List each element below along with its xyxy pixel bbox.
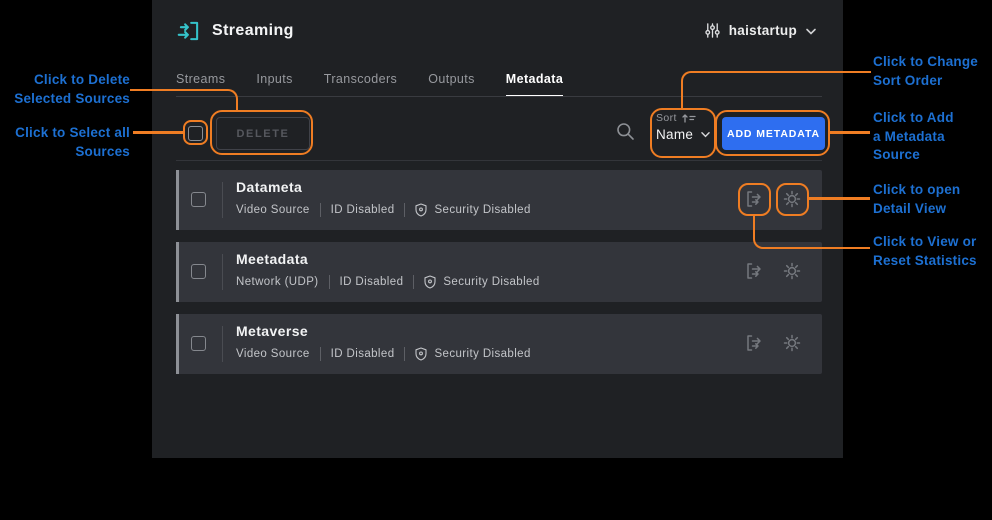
row-accent-bar bbox=[176, 170, 179, 230]
separator bbox=[320, 347, 321, 361]
account-menu[interactable]: haistartup bbox=[704, 22, 817, 39]
search-icon[interactable] bbox=[615, 121, 636, 142]
shield-icon bbox=[415, 347, 427, 361]
highlight-sort-dropdown bbox=[650, 108, 716, 158]
row-accent-bar bbox=[176, 314, 179, 374]
id-status: ID Disabled bbox=[331, 348, 395, 360]
metadata-row-metaverse[interactable]: Metaverse Video Source ID Disabled Secur… bbox=[176, 314, 822, 374]
separator bbox=[320, 203, 321, 217]
connector-select-all bbox=[133, 131, 183, 134]
streaming-app-panel: Streaming haistartup Streams Inputs Tran… bbox=[152, 0, 843, 458]
connector-delete bbox=[130, 89, 238, 110]
page-title: Streaming bbox=[212, 22, 294, 40]
streaming-logo-icon bbox=[176, 18, 202, 44]
highlight-statistics-icon bbox=[738, 183, 771, 216]
security-status: Security Disabled bbox=[434, 348, 530, 360]
separator bbox=[404, 203, 405, 217]
highlight-add-metadata-button bbox=[715, 110, 830, 156]
separator bbox=[404, 347, 405, 361]
account-name: haistartup bbox=[729, 23, 797, 38]
highlight-select-all-checkbox bbox=[183, 120, 208, 145]
shield-icon bbox=[424, 275, 436, 289]
row-subtitle: Network (UDP) ID Disabled Security Disab… bbox=[236, 275, 540, 289]
row-divider bbox=[222, 254, 223, 290]
source-type: Network (UDP) bbox=[236, 276, 319, 288]
row-title: Meetadata bbox=[236, 251, 308, 267]
annotation-detail-view: Click to open Detail View bbox=[873, 181, 960, 218]
row-accent-bar bbox=[176, 242, 179, 302]
annotation-sort-order: Click to Change Sort Order bbox=[873, 53, 978, 90]
shield-icon bbox=[415, 203, 427, 217]
source-type: Video Source bbox=[236, 204, 310, 216]
app-header: Streaming bbox=[176, 18, 294, 44]
row-divider bbox=[222, 182, 223, 218]
tab-outputs[interactable]: Outputs bbox=[428, 72, 475, 97]
connector-detail-view bbox=[809, 197, 870, 200]
connector-add-metadata bbox=[830, 131, 870, 134]
statistics-icon[interactable] bbox=[743, 260, 765, 282]
chevron-down-icon bbox=[805, 27, 817, 36]
connector-statistics bbox=[753, 216, 870, 249]
tab-transcoders[interactable]: Transcoders bbox=[324, 72, 397, 97]
list-divider bbox=[176, 160, 822, 161]
highlight-delete-button bbox=[210, 110, 313, 155]
annotation-statistics: Click to View or Reset Statistics bbox=[873, 233, 977, 270]
annotation-select-all: Click to Select all Sources bbox=[0, 124, 130, 161]
highlight-gear-icon bbox=[776, 183, 809, 216]
tab-metadata[interactable]: Metadata bbox=[506, 72, 563, 97]
separator bbox=[329, 275, 330, 289]
gear-icon[interactable] bbox=[781, 260, 803, 282]
row-checkbox[interactable] bbox=[191, 264, 206, 279]
tutorial-screenshot: Streaming haistartup Streams Inputs Tran… bbox=[0, 0, 992, 520]
separator bbox=[413, 275, 414, 289]
statistics-icon[interactable] bbox=[743, 332, 765, 354]
annotation-delete-selected: Click to Delete Selected Sources bbox=[0, 71, 130, 108]
connector-sort bbox=[681, 71, 871, 108]
id-status: ID Disabled bbox=[340, 276, 404, 288]
row-subtitle: Video Source ID Disabled Security Disabl… bbox=[236, 203, 531, 217]
security-status: Security Disabled bbox=[434, 204, 530, 216]
metadata-row-meetadata[interactable]: Meetadata Network (UDP) ID Disabled Secu… bbox=[176, 242, 822, 302]
metadata-row-datameta[interactable]: Datameta Video Source ID Disabled Securi… bbox=[176, 170, 822, 230]
row-checkbox[interactable] bbox=[191, 336, 206, 351]
gear-icon[interactable] bbox=[781, 332, 803, 354]
sliders-icon bbox=[704, 22, 721, 39]
source-type: Video Source bbox=[236, 348, 310, 360]
row-title: Metaverse bbox=[236, 323, 308, 339]
id-status: ID Disabled bbox=[331, 204, 395, 216]
row-divider bbox=[222, 326, 223, 362]
row-title: Datameta bbox=[236, 179, 302, 195]
security-status: Security Disabled bbox=[443, 276, 539, 288]
row-checkbox[interactable] bbox=[191, 192, 206, 207]
row-subtitle: Video Source ID Disabled Security Disabl… bbox=[236, 347, 531, 361]
annotation-add-metadata: Click to Add a Metadata Source bbox=[873, 109, 954, 165]
tab-inputs[interactable]: Inputs bbox=[256, 72, 292, 97]
